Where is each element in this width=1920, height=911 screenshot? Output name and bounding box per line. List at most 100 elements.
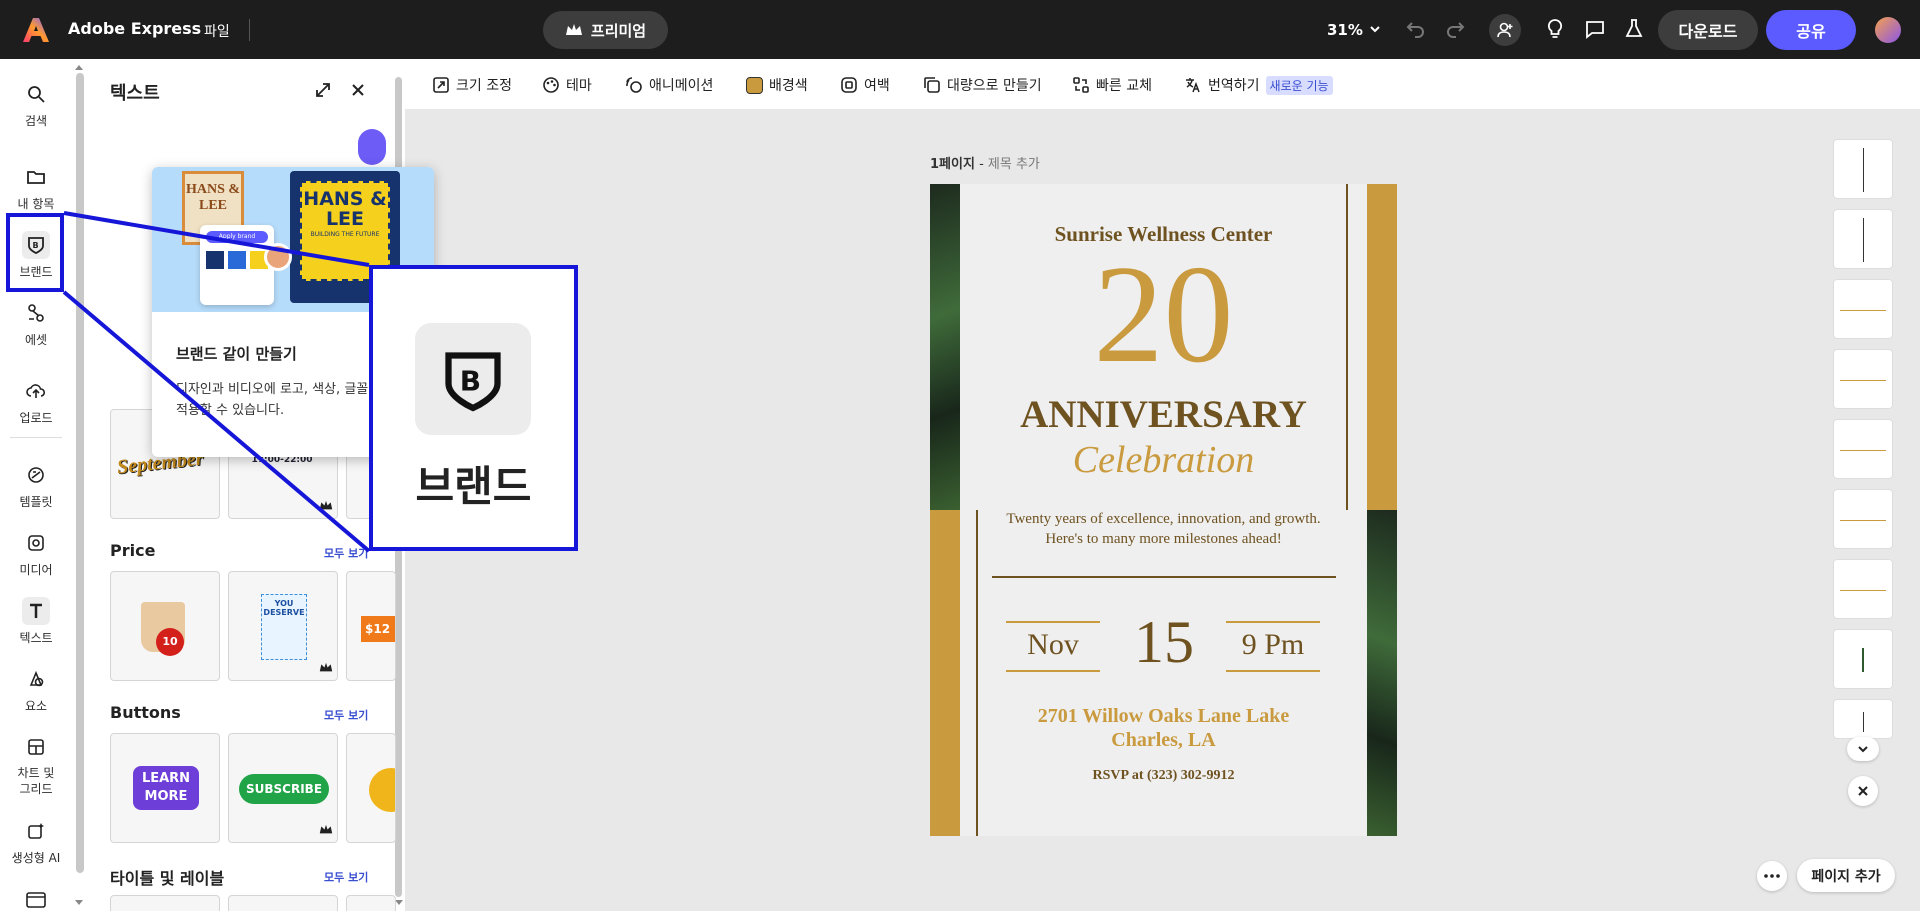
section-title: Buttons xyxy=(110,703,181,722)
title-template-card[interactable] xyxy=(228,895,338,911)
button-template-card[interactable]: LEARN MORE xyxy=(110,733,220,843)
close-thumbnails-button[interactable] xyxy=(1848,776,1878,806)
toolbar-label: 번역하기 xyxy=(1208,78,1260,94)
more-options-button[interactable] xyxy=(1757,861,1787,891)
poster-subtitle: Celebration xyxy=(1072,439,1255,481)
margin-button[interactable]: 여백 xyxy=(840,75,890,95)
rail-item-elements[interactable]: 요소 xyxy=(0,665,72,714)
toolbar-label: 대량으로 만들기 xyxy=(947,78,1042,94)
shapes-icon xyxy=(22,665,50,693)
text-icon xyxy=(22,597,50,625)
zoom-level[interactable]: 31% xyxy=(1327,21,1363,39)
price-badge: 10 xyxy=(156,628,184,656)
zoom-callout: B 브랜드 xyxy=(369,265,578,551)
button-template-card[interactable] xyxy=(346,733,396,843)
card-text: LEARN MORE xyxy=(133,766,199,810)
toolbar-label: 여백 xyxy=(864,78,890,94)
page-thumbnail[interactable] xyxy=(1833,629,1893,689)
page-thumbnail[interactable] xyxy=(1833,139,1893,199)
toolbar-label: 애니메이션 xyxy=(649,78,714,94)
bg-color-swatch xyxy=(746,76,763,94)
page-thumbnail[interactable] xyxy=(1833,419,1893,479)
video-icon[interactable] xyxy=(25,889,47,909)
rail-label: 요소 xyxy=(24,699,48,713)
event-time: 9 Pm xyxy=(1241,628,1305,661)
page-thumbnail[interactable] xyxy=(1833,699,1893,739)
add-page-button[interactable]: 페이지 추가 xyxy=(1797,859,1895,892)
grid-icon xyxy=(22,733,50,761)
brand-icon: B xyxy=(415,323,531,435)
add-user-icon xyxy=(1497,22,1513,38)
divider-line xyxy=(976,510,978,836)
poster-title: ANNIVERSARY xyxy=(1020,393,1307,436)
zoom-label: 브랜드 xyxy=(415,462,532,511)
section-title: 타이틀 및 레이블 xyxy=(110,869,225,888)
see-all-link[interactable]: 모두 보기 xyxy=(324,707,368,723)
card-text: SUBSCRIBE xyxy=(239,774,329,804)
comment-icon[interactable] xyxy=(1583,17,1607,41)
bulk-create-icon xyxy=(924,77,940,93)
svg-text:B: B xyxy=(460,365,481,398)
page-thumbnail[interactable] xyxy=(1833,559,1893,619)
swap-icon xyxy=(1073,77,1089,93)
rail-label: 차트 및 그리드 xyxy=(17,766,55,796)
event-address: 2701 Willow Oaks Lane Lake Charles, LA xyxy=(1037,705,1290,751)
page-thumbnail[interactable] xyxy=(1833,349,1893,409)
rail-item-gen-ai[interactable]: 생성형 AI xyxy=(0,817,72,866)
rail-item-charts[interactable]: 차트 및 그리드 xyxy=(0,733,72,797)
share-button[interactable]: 공유 xyxy=(1766,10,1856,50)
crown-icon xyxy=(319,662,333,672)
flask-icon[interactable] xyxy=(1622,17,1646,41)
thumbnails-expand-button[interactable] xyxy=(1847,737,1879,761)
anniversary-number: 20 xyxy=(1093,237,1234,392)
divider-line xyxy=(992,576,1336,578)
event-month: Nov xyxy=(1027,628,1079,661)
avatar[interactable] xyxy=(1875,17,1901,43)
quick-swap-button[interactable]: 빠른 교체 xyxy=(1072,75,1152,95)
redo-icon[interactable] xyxy=(1443,17,1467,41)
scroll-down-icon[interactable] xyxy=(73,899,85,907)
card-text: YOU DESERVE xyxy=(261,594,307,660)
close-icon xyxy=(1858,786,1868,796)
download-button[interactable]: 다운로드 xyxy=(1658,10,1758,50)
divider-line xyxy=(1006,621,1100,623)
anniversary-poster[interactable]: Sunrise Wellness Center 20 ANNIVERSARY C… xyxy=(930,184,1397,836)
rsvp-text: RSVP at (323) 302-9912 xyxy=(1092,768,1235,783)
title-template-card[interactable] xyxy=(346,895,396,911)
page-thumbnail[interactable] xyxy=(1833,279,1893,339)
animation-button[interactable]: 애니메이션 xyxy=(625,75,713,95)
gold-strip xyxy=(930,510,960,836)
undo-icon[interactable] xyxy=(1404,17,1428,41)
crown-icon xyxy=(319,824,333,834)
rail-label: 텍스트 xyxy=(19,631,53,645)
see-all-link[interactable]: 모두 보기 xyxy=(324,869,368,885)
lightbulb-icon[interactable] xyxy=(1543,17,1567,41)
sparkle-icon xyxy=(22,817,50,845)
rail-item-text[interactable]: 텍스트 xyxy=(0,597,72,646)
button-template-card[interactable]: SUBSCRIBE xyxy=(228,733,338,843)
divider-line xyxy=(1006,670,1100,672)
new-feature-badge: 새로운 기능 xyxy=(1265,75,1333,95)
page-title-input[interactable]: 제목 추가 xyxy=(988,157,1040,172)
page-thumbnail[interactable] xyxy=(1833,489,1893,549)
leaf-image xyxy=(1367,510,1397,836)
bulk-create-button[interactable]: 대량으로 만들기 xyxy=(923,75,1042,95)
background-color-button[interactable]: 배경색 xyxy=(746,75,808,95)
title-template-card[interactable] xyxy=(110,895,220,911)
more-icon xyxy=(1764,874,1780,878)
chevron-down-icon[interactable] xyxy=(1369,23,1381,35)
divider-line xyxy=(1226,621,1320,623)
translate-button[interactable]: 번역하기 새로운 기능 xyxy=(1184,75,1333,95)
poster-description: Twenty years of excellence, innovation, … xyxy=(1006,511,1321,547)
price-tag: $12 xyxy=(361,616,395,642)
toolbar-label: 배경색 xyxy=(769,78,808,94)
invite-button[interactable] xyxy=(1489,14,1521,46)
animation-icon xyxy=(626,77,642,93)
divider-line xyxy=(1226,670,1320,672)
page-number: 1페이지 xyxy=(930,157,975,172)
page-thumbnail[interactable] xyxy=(1833,209,1893,269)
canvas-toolbar: 크기 조정 테마 애니메이션 배경색 여백 대량으로 만들기 빠른 교체 번역하… xyxy=(405,59,1920,109)
badge-shape xyxy=(369,768,395,812)
chevron-down-icon xyxy=(1858,746,1868,753)
event-day: 15 xyxy=(1134,609,1194,675)
